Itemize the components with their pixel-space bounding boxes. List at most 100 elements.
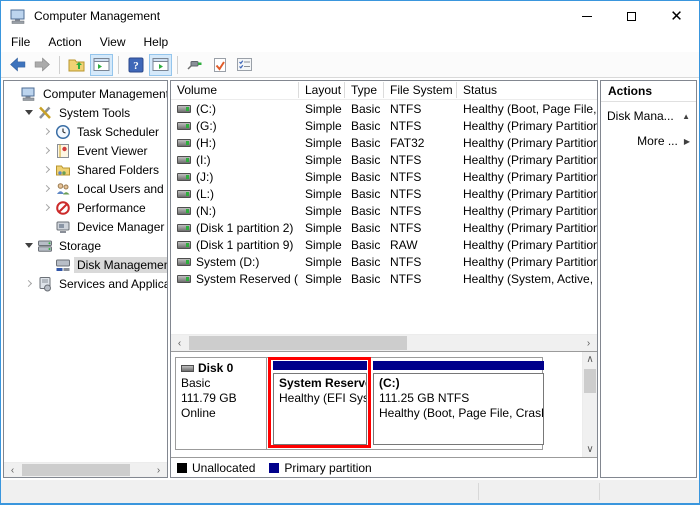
chevron-collapsed-icon[interactable] <box>40 182 54 196</box>
forward-button[interactable] <box>31 54 54 76</box>
volume-fs: NTFS <box>384 170 457 184</box>
tree-item-services-and-applications[interactable]: Services and Applications <box>4 274 167 293</box>
tree-item-label: Task Scheduler <box>74 124 162 140</box>
up-folder-button[interactable] <box>65 54 88 76</box>
close-button[interactable]: ✕ <box>654 1 699 31</box>
volume-row[interactable]: (H:) Simple Basic FAT32 Healthy (Primary… <box>171 134 597 151</box>
more-actions-item[interactable]: More ... ▶ <box>601 130 696 152</box>
volume-row[interactable]: System Reserved (K:) Simple Basic NTFS H… <box>171 270 597 287</box>
volume-name: (Disk 1 partition 9) <box>196 238 293 252</box>
scroll-left-arrow-icon[interactable]: ‹ <box>171 335 188 351</box>
back-button[interactable] <box>6 54 29 76</box>
volume-status: Healthy (System, Active, Primary Partiti… <box>457 272 597 286</box>
tree-item-local-users-and-groups[interactable]: Local Users and Groups <box>4 179 167 198</box>
scroll-left-arrow-icon[interactable]: ‹ <box>4 463 21 477</box>
properties-list-button[interactable] <box>233 54 256 76</box>
chevron-collapsed-icon[interactable] <box>22 277 36 291</box>
menu-action[interactable]: Action <box>39 33 90 51</box>
chevron-expanded-icon[interactable] <box>22 239 36 253</box>
minimize-button[interactable] <box>564 1 609 31</box>
tree-item-task-scheduler[interactable]: Task Scheduler <box>4 122 167 141</box>
volume-name: (L:) <box>196 187 214 201</box>
volume-row[interactable]: (I:) Simple Basic NTFS Healthy (Primary … <box>171 151 597 168</box>
drive-icon <box>177 156 191 164</box>
chevron-collapsed-icon[interactable] <box>40 201 54 215</box>
status-bar <box>1 480 699 503</box>
volume-status: Healthy (Primary Partition) <box>457 170 597 184</box>
no-entry-icon <box>55 200 71 216</box>
chevron-collapsed-icon[interactable] <box>40 144 54 158</box>
chevron-collapsed-icon[interactable] <box>40 125 54 139</box>
tree-item-label: System Tools <box>56 105 133 121</box>
volume-fs: NTFS <box>384 204 457 218</box>
check-task-button[interactable] <box>208 54 231 76</box>
volume-fs: FAT32 <box>384 136 457 150</box>
partition-legend: Unallocated Primary partition <box>171 457 597 477</box>
disk0-label[interactable]: Disk 0 Basic 111.79 GB Online <box>176 358 267 449</box>
tree-item-shared-folders[interactable]: Shared Folders <box>4 160 167 179</box>
volume-list-horizontal-scrollbar[interactable]: ‹ › <box>171 334 597 351</box>
volume-fs: NTFS <box>384 187 457 201</box>
volume-row[interactable]: (C:) Simple Basic NTFS Healthy (Boot, Pa… <box>171 100 597 117</box>
scroll-right-arrow-icon[interactable]: › <box>150 463 167 477</box>
column-header-volume[interactable]: Volume <box>171 82 299 98</box>
scrollbar-thumb[interactable] <box>189 336 407 350</box>
show-console-tree-button[interactable] <box>90 54 113 76</box>
column-header-type[interactable]: Type <box>345 82 384 98</box>
show-action-pane-button[interactable] <box>149 54 172 76</box>
menu-help[interactable]: Help <box>135 33 178 51</box>
volume-layout: Simple <box>299 272 345 286</box>
volume-row[interactable]: (L:) Simple Basic NTFS Healthy (Primary … <box>171 185 597 202</box>
disk-probe-button[interactable] <box>183 54 206 76</box>
partition-system-reserved[interactable]: System Reserved Healthy (EFI System Part… <box>273 361 367 445</box>
volume-row[interactable]: (J:) Simple Basic NTFS Healthy (Primary … <box>171 168 597 185</box>
actions-section-disk-management[interactable]: Disk Mana... ▲ <box>601 105 696 127</box>
volume-row[interactable]: (G:) Simple Basic NTFS Healthy (Primary … <box>171 117 597 134</box>
more-actions-label: More ... <box>637 134 678 148</box>
main-content: Computer Management (Local) System Tools… <box>1 78 699 480</box>
status-bar-divider <box>478 483 479 500</box>
collapse-arrow-icon[interactable]: ▲ <box>682 112 690 121</box>
disk-probe-icon <box>186 57 203 72</box>
volume-row[interactable]: (N:) Simple Basic NTFS Healthy (Primary … <box>171 202 597 219</box>
device-icon <box>55 219 71 235</box>
column-header-file-system[interactable]: File System <box>384 82 457 98</box>
tree-item-system-tools[interactable]: System Tools <box>4 103 167 122</box>
storage-icon <box>37 238 53 254</box>
volume-row[interactable]: (Disk 1 partition 9) Simple Basic RAW He… <box>171 236 597 253</box>
chevron-expanded-icon[interactable] <box>22 106 36 120</box>
volume-row[interactable]: (Disk 1 partition 2) Simple Basic NTFS H… <box>171 219 597 236</box>
volume-name: System Reserved (K:) <box>196 272 299 286</box>
scroll-down-arrow-icon[interactable]: ∨ <box>583 442 597 457</box>
tree-item-device-manager[interactable]: Device Manager <box>4 217 167 236</box>
tree-item-event-viewer[interactable]: Event Viewer <box>4 141 167 160</box>
volume-list-header: Volume Layout Type File System Status <box>171 81 597 100</box>
up-folder-icon <box>68 57 85 72</box>
tree-item-storage[interactable]: Storage <box>4 236 167 255</box>
disk-view-vertical-scrollbar[interactable]: ∧ ∨ <box>582 352 597 457</box>
tree-horizontal-scrollbar[interactable]: ‹ › <box>4 462 167 477</box>
volume-row[interactable]: System (D:) Simple Basic NTFS Healthy (P… <box>171 253 597 270</box>
scrollbar-thumb[interactable] <box>22 464 130 476</box>
tree-item-performance[interactable]: Performance <box>4 198 167 217</box>
column-header-status[interactable]: Status <box>457 82 597 98</box>
menu-view[interactable]: View <box>91 33 135 51</box>
actions-pane: Actions Disk Mana... ▲ More ... ▶ <box>600 80 697 478</box>
volume-layout: Simple <box>299 153 345 167</box>
tree-item-disk-management[interactable]: Disk Management <box>4 255 167 274</box>
scroll-right-arrow-icon[interactable]: › <box>580 335 597 351</box>
partition-c[interactable]: (C:) 111.25 GB NTFS Healthy (Boot, Page … <box>373 361 544 445</box>
volume-name: System (D:) <box>196 255 259 269</box>
maximize-button[interactable] <box>609 1 654 31</box>
help-button[interactable]: ? <box>124 54 147 76</box>
disk-icon <box>181 365 194 372</box>
column-header-layout[interactable]: Layout <box>299 82 345 98</box>
tree-item-computer-management[interactable]: Computer Management (Local) <box>4 84 167 103</box>
scrollbar-thumb[interactable] <box>584 369 596 393</box>
scroll-up-arrow-icon[interactable]: ∧ <box>583 352 597 367</box>
menu-file[interactable]: File <box>2 33 39 51</box>
menu-bar: File Action View Help <box>1 31 699 52</box>
submenu-arrow-icon: ▶ <box>684 137 690 146</box>
chevron-collapsed-icon[interactable] <box>40 163 54 177</box>
volume-fs: NTFS <box>384 153 457 167</box>
